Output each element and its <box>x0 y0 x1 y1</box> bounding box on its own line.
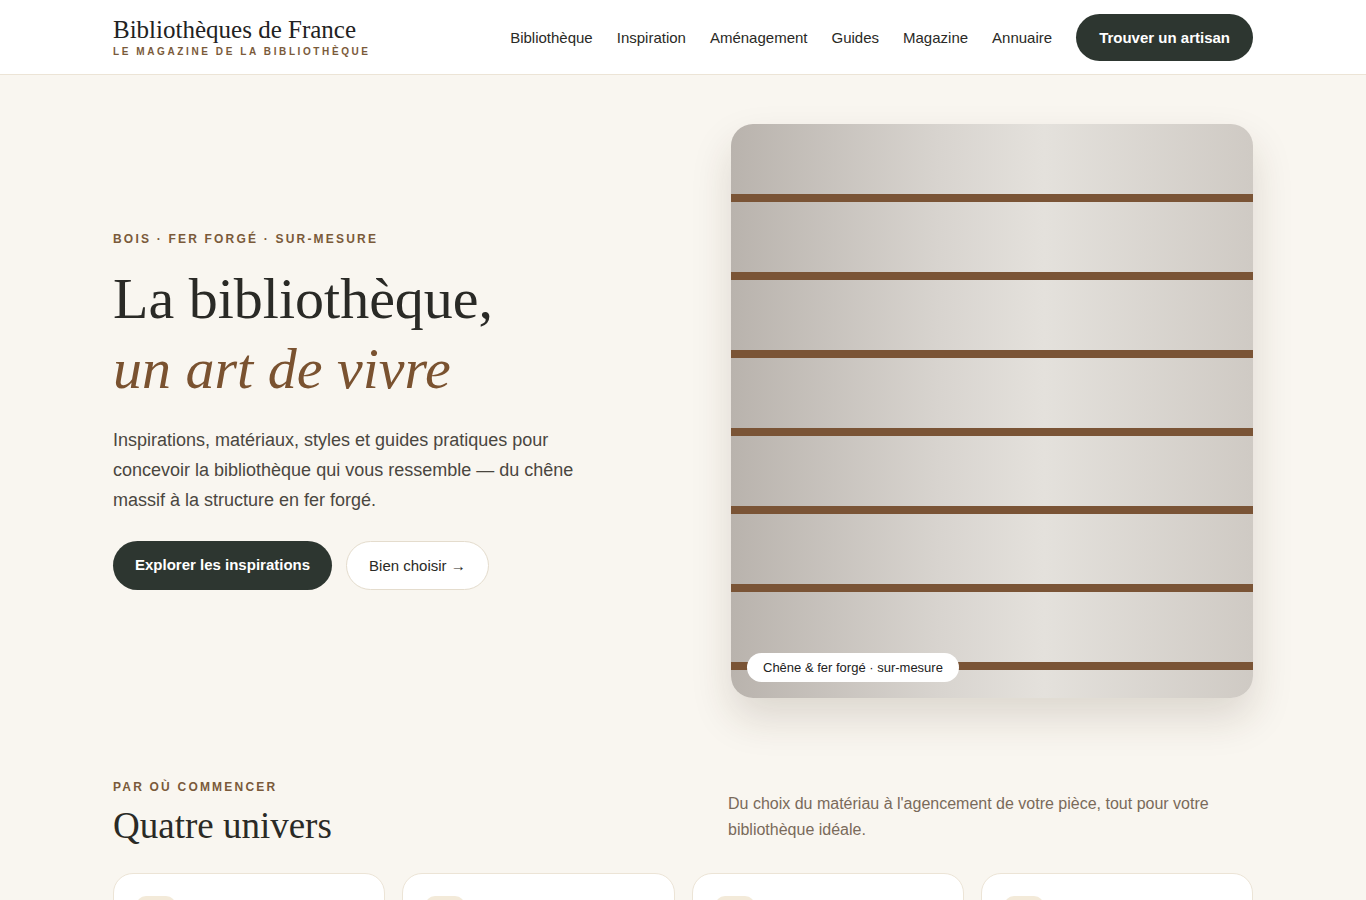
logo-title: Bibliothèques de France <box>113 17 371 43</box>
hero-title: La bibliothèque,un art de vivre <box>113 264 691 403</box>
hero-eyebrow: BOIS · FER FORGÉ · SUR-MESURE <box>113 232 691 246</box>
main-nav: Bibliothèque Inspiration Aménagement Guides… <box>510 14 1253 61</box>
section-description: Du choix du matériau à l'agencement de v… <box>728 791 1253 843</box>
hero-buttons: Explorer les inspirations Bien choisir → <box>113 541 691 590</box>
card-icon <box>425 896 465 900</box>
section-eyebrow: PAR OÙ COMMENCER <box>113 780 332 794</box>
nav-link[interactable]: Inspiration <box>617 29 686 46</box>
nav-link[interactable]: Magazine <box>903 29 968 46</box>
univers-card[interactable] <box>402 873 674 900</box>
logo-subtitle: LE MAGAZINE DE LA BIBLIOTHÈQUE <box>113 46 371 57</box>
hero-text: BOIS · FER FORGÉ · SUR-MESURE La biblioth… <box>113 232 691 590</box>
card-icon <box>1004 896 1044 900</box>
card-icon <box>136 896 176 900</box>
hero-image: Chêne & fer forgé · sur-mesure <box>731 124 1253 698</box>
univers-card[interactable] <box>692 873 964 900</box>
site-header: Bibliothèques de France LE MAGAZINE DE LA… <box>0 0 1366 75</box>
nav-link[interactable]: Annuaire <box>992 29 1052 46</box>
hero-description: Inspirations, matériaux, styles et guide… <box>113 425 613 515</box>
card-icon <box>715 896 755 900</box>
page: Bibliothèques de France LE MAGAZINE DE LA… <box>0 0 1366 900</box>
univers-cards <box>113 873 1253 900</box>
image-badge: Chêne & fer forgé · sur-mesure <box>747 653 959 682</box>
univers-card[interactable] <box>113 873 385 900</box>
primary-button[interactable]: Explorer les inspirations <box>113 541 332 590</box>
find-artisan-button[interactable]: Trouver un artisan <box>1076 14 1253 61</box>
bookshelf-photo <box>731 124 1253 698</box>
logo[interactable]: Bibliothèques de France LE MAGAZINE DE LA… <box>113 17 371 57</box>
nav-link[interactable]: Guides <box>832 29 880 46</box>
univers-card[interactable] <box>981 873 1253 900</box>
univers-section: PAR OÙ COMMENCER Quatre univers Du choix d… <box>113 698 1253 900</box>
nav-link[interactable]: Bibliothèque <box>510 29 593 46</box>
section-title: Quatre univers <box>113 804 332 847</box>
secondary-button[interactable]: Bien choisir → <box>346 541 489 590</box>
hero: BOIS · FER FORGÉ · SUR-MESURE La biblioth… <box>113 75 1253 698</box>
nav-link[interactable]: Aménagement <box>710 29 808 46</box>
hero-title-accent: un art de vivre <box>113 334 691 404</box>
